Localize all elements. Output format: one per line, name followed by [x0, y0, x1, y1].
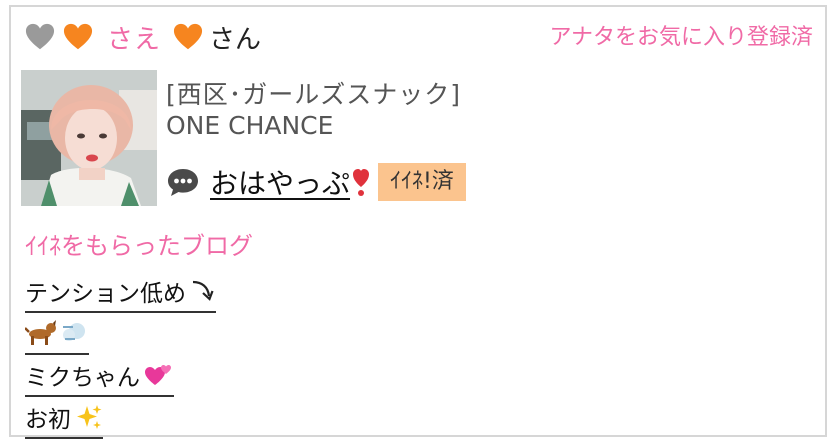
- blog-list: テンション低め ミクちゃん お初: [25, 271, 216, 439]
- arrow-down-icon: [192, 280, 214, 301]
- user-name[interactable]: さえ: [107, 19, 161, 56]
- heart-orange-icon: [63, 23, 93, 50]
- red-exclamation-icon: [353, 169, 370, 196]
- two-hearts-icon: [145, 365, 171, 385]
- blog-item-label: お初: [25, 407, 71, 433]
- favorite-status: アナタをお気に入り登録済: [549, 25, 813, 50]
- dash-icon: [63, 323, 85, 341]
- heart-gray-icon: [25, 23, 55, 50]
- avatar[interactable]: [21, 70, 157, 206]
- blog-item[interactable]: ミクちゃん: [25, 355, 174, 397]
- blog-item[interactable]: お初: [25, 397, 103, 439]
- heart-orange-icon: [173, 23, 203, 50]
- greeting-row: おはやっぷ ｲｲﾈ!済: [166, 160, 466, 204]
- avatar-photo: [21, 70, 157, 206]
- blog-item[interactable]: テンション低め: [25, 271, 216, 313]
- blog-item-label: ミクちゃん: [25, 365, 140, 391]
- card-header: さえ さん: [25, 17, 261, 57]
- member-card: さえ さん アナタをお気に入り登録済 [西区･ガールズスナック] ONE CHA…: [9, 5, 827, 439]
- section-title: ｲｲﾈをもらったブログ: [25, 232, 253, 260]
- iine-badge: ｲｲﾈ!済: [378, 163, 466, 201]
- shop-category: [西区･ガールズスナック]: [166, 80, 462, 109]
- greeting-link[interactable]: おはやっぷ: [210, 162, 350, 202]
- sparkles-icon: [77, 405, 102, 429]
- blog-item[interactable]: [25, 313, 89, 355]
- dog-icon: [25, 320, 56, 345]
- speech-bubble-icon: [168, 169, 198, 196]
- blog-item-label: テンション低め: [25, 281, 186, 307]
- shop-name[interactable]: ONE CHANCE: [166, 111, 333, 140]
- honorific-label: さん: [209, 24, 262, 55]
